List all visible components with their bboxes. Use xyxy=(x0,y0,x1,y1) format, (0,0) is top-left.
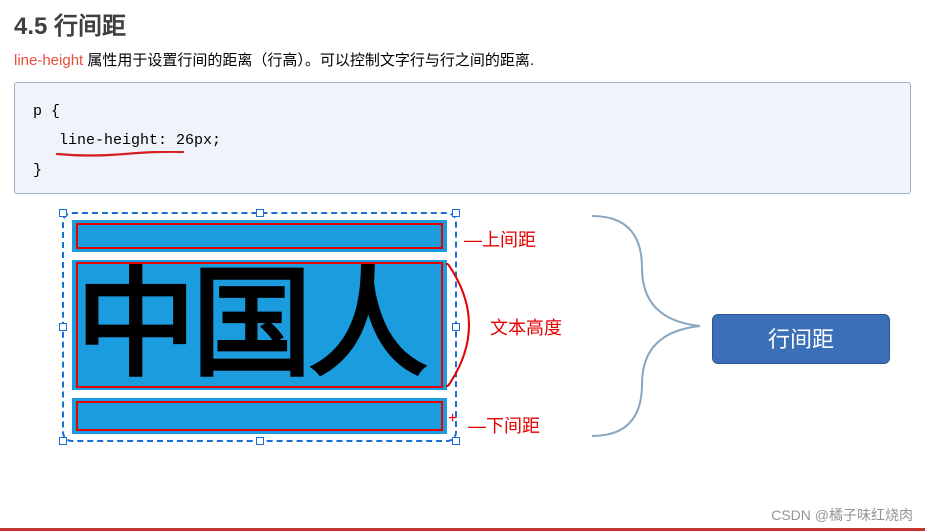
keyword-line-height: line-height xyxy=(14,52,83,69)
intro-paragraph: line-height 属性用于设置行间的距离（行高）。可以控制文字行与行之间的… xyxy=(14,49,911,70)
watermark: CSDN @橘子味红烧肉 xyxy=(771,505,913,525)
handle-icon xyxy=(59,209,67,217)
cross-icon: + xyxy=(448,410,457,428)
code-block: p { line-height: 26px; } xyxy=(14,82,911,194)
section-heading: 4.5 行间距 xyxy=(14,6,911,41)
code-line-3: } xyxy=(33,156,892,185)
code-line-2: line-height: 26px; xyxy=(33,126,221,155)
intro-text: 属性用于设置行间的距离（行高）。可以控制文字行与行之间的距离. xyxy=(83,52,534,69)
selection-box xyxy=(62,212,457,442)
handle-icon xyxy=(256,437,264,445)
curly-brace-icon xyxy=(582,210,702,442)
handle-icon xyxy=(452,323,460,331)
annotation-top-gap: —上间距 xyxy=(464,226,536,252)
handle-icon xyxy=(452,437,460,445)
handle-icon xyxy=(59,437,67,445)
handle-icon xyxy=(59,323,67,331)
annotation-bottom-gap: —下间距 xyxy=(468,412,540,438)
callout-line-height: 行间距 xyxy=(712,314,890,364)
handle-icon xyxy=(256,209,264,217)
annotation-text-height: 文本高度 xyxy=(490,314,562,340)
dash-icon: — xyxy=(468,416,486,436)
line-height-diagram: 中国人 —上间距 文本高度 + —下间距 行间距 xyxy=(62,212,882,462)
code-line-1: p { xyxy=(33,97,892,126)
handle-icon xyxy=(452,209,460,217)
dash-icon: — xyxy=(464,230,482,250)
